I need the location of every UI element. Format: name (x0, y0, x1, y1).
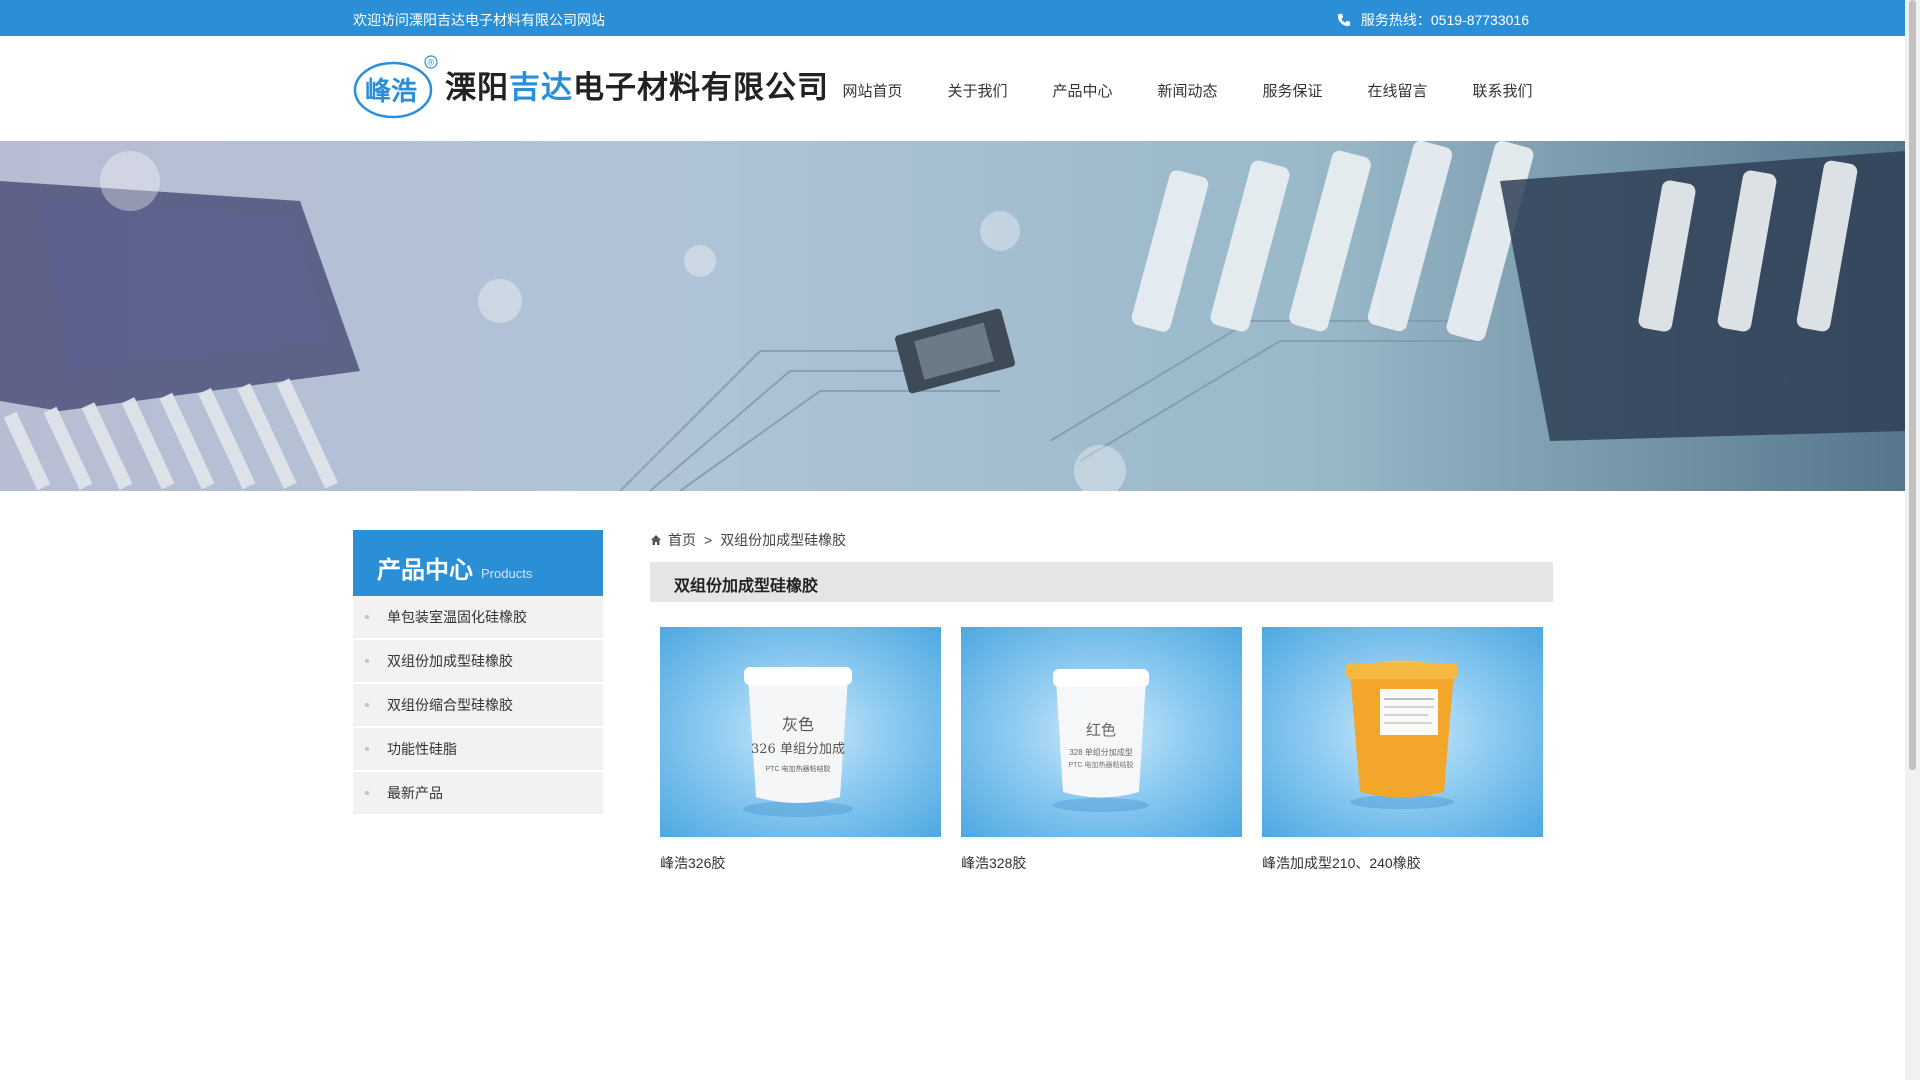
hero-banner (0, 141, 1905, 491)
logo-company-name: 溧阳吉达电子材料有限公司 (445, 69, 829, 106)
product-card[interactable]: 峰浩加成型210、240橡胶 (1262, 627, 1543, 873)
product-card[interactable]: 红色 328 单组分加成型 PTC 电加热器粘结胶 峰浩328胶 (961, 627, 1242, 873)
nav-message[interactable]: 在线留言 (1345, 80, 1450, 101)
nav-contact[interactable]: 联系我们 (1450, 80, 1555, 101)
logo-mark: 峰浩 ® (353, 54, 438, 119)
product-sidebar: 产品中心 Products 单包装室温固化硅橡胶 双组份加成型硅橡胶 双组份缩合… (353, 530, 603, 816)
white-jar-icon: 红色 328 单组分加成型 PTC 电加热器粘结胶 (1053, 669, 1149, 812)
product-image[interactable] (1262, 627, 1543, 837)
sidebar-subtitle: Products (481, 566, 533, 581)
circuit-board-image (0, 141, 1905, 491)
product-card[interactable]: 灰色 326 单组分加成 PTC 电加热器粘结胶 峰浩326胶 (660, 627, 941, 873)
nav-home[interactable]: 网站首页 (820, 80, 925, 101)
product-name[interactable]: 峰浩328胶 (961, 853, 1242, 873)
bullet-icon (365, 659, 369, 663)
nav-service[interactable]: 服务保证 (1240, 80, 1345, 101)
logo-emblem-icon: 峰浩 ® (353, 55, 438, 119)
svg-text:PTC 电加热器粘结胶: PTC 电加热器粘结胶 (766, 764, 831, 773)
svg-text:红色: 红色 (1086, 721, 1116, 739)
phone-icon (1337, 13, 1351, 27)
product-image[interactable]: 红色 328 单组分加成型 PTC 电加热器粘结胶 (961, 627, 1242, 837)
svg-text:峰浩: 峰浩 (365, 77, 417, 107)
sidebar-title: 产品中心 (377, 557, 473, 584)
company-logo[interactable]: 峰浩 ® 溧阳吉达电子材料有限公司 (353, 54, 829, 119)
breadcrumb: 首页 > 双组份加成型硅橡胶 (650, 530, 1553, 550)
svg-text:326 单组分加成: 326 单组分加成 (751, 742, 845, 757)
bullet-icon (365, 703, 369, 707)
nav-products[interactable]: 产品中心 (1030, 80, 1135, 101)
top-bar: 欢迎访问溧阳吉达电子材料有限公司网站 服务热线：0519-87733016 (0, 0, 1905, 36)
main-content: 首页 > 双组份加成型硅橡胶 双组份加成型硅橡胶 灰色 326 单组分加成 PT… (650, 530, 1553, 873)
hotline: 服务热线：0519-87733016 (1337, 10, 1529, 30)
home-icon (651, 535, 661, 545)
sidebar-item-condensation-cure[interactable]: 双组份缩合型硅橡胶 (353, 684, 603, 726)
bullet-icon (365, 615, 369, 619)
nav-news[interactable]: 新闻动态 (1135, 80, 1240, 101)
hotline-text: 服务热线：0519-87733016 (1360, 12, 1529, 28)
product-name[interactable]: 峰浩加成型210、240橡胶 (1262, 853, 1543, 873)
breadcrumb-separator: > (704, 532, 713, 548)
sidebar-list: 单包装室温固化硅橡胶 双组份加成型硅橡胶 双组份缩合型硅橡胶 功能性硅脂 最新产… (353, 596, 603, 814)
breadcrumb-current[interactable]: 双组份加成型硅橡胶 (720, 530, 846, 550)
sidebar-header: 产品中心 Products (353, 530, 603, 596)
product-name[interactable]: 峰浩326胶 (660, 853, 941, 873)
orange-bucket-icon (1346, 660, 1458, 809)
bullet-icon (365, 791, 369, 795)
scrollbar-thumb[interactable] (1909, 0, 1916, 770)
main-nav: 网站首页 关于我们 产品中心 新闻动态 服务保证 在线留言 联系我们 (820, 80, 1555, 101)
svg-text:®: ® (428, 58, 435, 68)
breadcrumb-home[interactable]: 首页 (668, 530, 696, 550)
page-scrollbar[interactable] (1905, 0, 1920, 1080)
gray-jar-icon: 灰色 326 单组分加成 PTC 电加热器粘结胶 (743, 667, 853, 817)
sidebar-item-addition-cure[interactable]: 双组份加成型硅橡胶 (353, 640, 603, 682)
site-header: 峰浩 ® 溧阳吉达电子材料有限公司 网站首页 关于我们 产品中心 新闻动态 服务… (0, 36, 1905, 141)
svg-text:灰色: 灰色 (782, 715, 814, 734)
product-grid: 灰色 326 单组分加成 PTC 电加热器粘结胶 峰浩326胶 红色 328 单… (650, 627, 1553, 873)
category-title: 双组份加成型硅橡胶 (650, 562, 1553, 602)
nav-about[interactable]: 关于我们 (925, 80, 1030, 101)
product-image[interactable]: 灰色 326 单组分加成 PTC 电加热器粘结胶 (660, 627, 941, 837)
sidebar-item-functional-grease[interactable]: 功能性硅脂 (353, 728, 603, 770)
bullet-icon (365, 747, 369, 751)
svg-text:PTC 电加热器粘结胶: PTC 电加热器粘结胶 (1069, 760, 1134, 769)
welcome-text: 欢迎访问溧阳吉达电子材料有限公司网站 (353, 12, 605, 28)
sidebar-item-new-products[interactable]: 最新产品 (353, 772, 603, 814)
svg-text:328 单组分加成型: 328 单组分加成型 (1069, 747, 1133, 757)
sidebar-item-single-pack[interactable]: 单包装室温固化硅橡胶 (353, 596, 603, 638)
